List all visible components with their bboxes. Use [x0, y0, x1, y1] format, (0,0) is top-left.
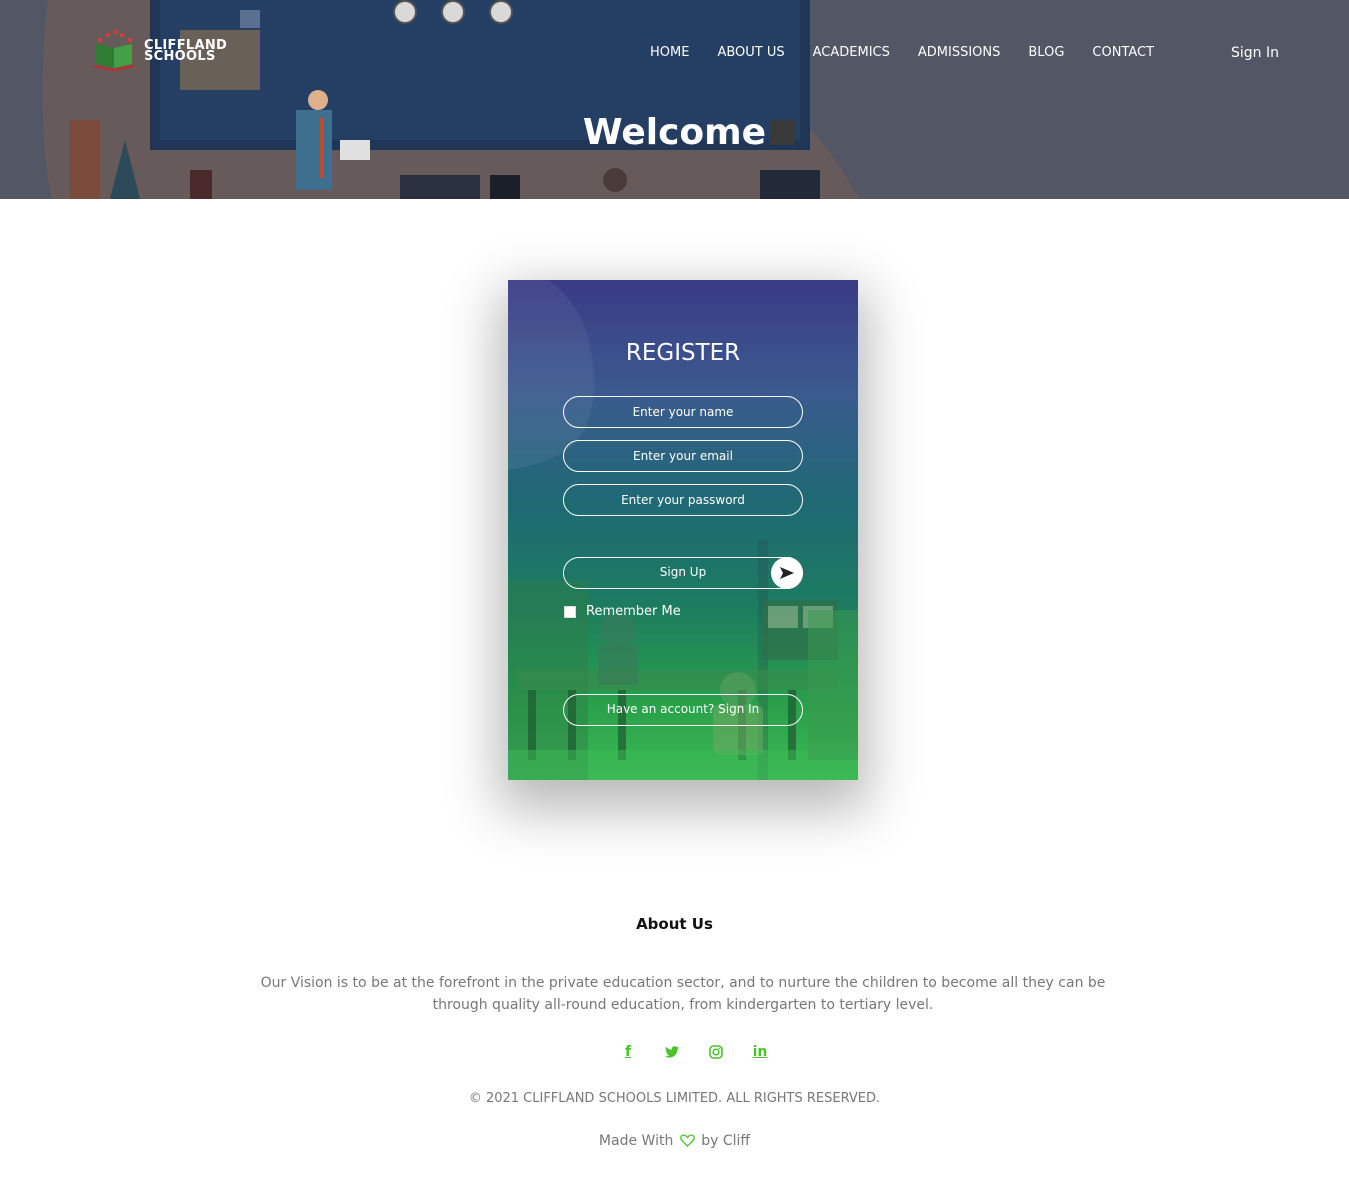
remember-me-checkbox[interactable]	[564, 605, 576, 618]
submit-arrow-button[interactable]	[771, 557, 803, 589]
about-us-text: Our Vision is to be at the forefront in …	[260, 975, 1106, 1013]
hero-banner: CLIFFLAND SCHOOLS HOME ABOUT US ACADEMIC…	[0, 0, 1349, 199]
brand-logo[interactable]: CLIFFLAND SCHOOLS	[88, 30, 233, 72]
nav-contact[interactable]: CONTACT	[1092, 44, 1154, 62]
have-account-sign-in-button[interactable]: Have an account? Sign In	[563, 694, 803, 726]
sign-up-label: Sign Up	[659, 565, 707, 579]
register-card: REGISTER Sign Up Remember Me Have an acc…	[508, 280, 858, 780]
instagram-icon[interactable]	[694, 1042, 738, 1062]
linkedin-icon[interactable]: in	[738, 1042, 782, 1062]
nav-about-us[interactable]: ABOUT US	[717, 44, 784, 62]
instagram-camera-icon	[709, 1045, 723, 1059]
nav-academics[interactable]: ACADEMICS	[813, 44, 890, 62]
facebook-icon[interactable]: f	[606, 1042, 650, 1062]
made-with-prefix: Made With	[598, 1133, 674, 1149]
social-links: f in	[606, 1042, 782, 1062]
nav-admissions[interactable]: ADMISSIONS	[918, 44, 1001, 62]
send-arrow-icon	[780, 567, 794, 579]
password-input[interactable]	[563, 484, 803, 516]
main-nav: HOME ABOUT US ACADEMICS ADMISSIONS BLOG …	[650, 44, 1182, 62]
name-input[interactable]	[563, 396, 803, 428]
sign-up-button[interactable]: Sign Up	[563, 557, 803, 589]
nav-sign-in[interactable]: Sign In	[1231, 44, 1279, 62]
linkedin-glyph: in	[752, 1044, 768, 1060]
made-with-credit: Made With by Cliff	[0, 1132, 1349, 1152]
remember-me-label: Remember Me	[586, 604, 681, 619]
brand-name: CLIFFLAND SCHOOLS	[144, 39, 227, 64]
about-us-heading: About Us	[636, 915, 713, 933]
heart-icon	[679, 1134, 695, 1152]
twitter-icon[interactable]	[650, 1042, 694, 1062]
remember-me[interactable]: Remember Me	[564, 604, 681, 619]
book-logo-icon	[93, 30, 135, 72]
email-input[interactable]	[563, 440, 803, 472]
brand-line2: SCHOOLS	[144, 49, 216, 64]
nav-home[interactable]: HOME	[650, 44, 689, 62]
twitter-bird-icon	[665, 1046, 679, 1058]
made-with-suffix: by Cliff	[701, 1133, 751, 1149]
page-title: Welcome	[582, 112, 767, 153]
copyright-text: © 2021 CLIFFLAND SCHOOLS LIMITED. ALL RI…	[468, 1091, 881, 1106]
register-title: REGISTER	[625, 340, 741, 366]
nav-blog[interactable]: BLOG	[1028, 44, 1064, 62]
facebook-glyph: f	[624, 1044, 632, 1060]
